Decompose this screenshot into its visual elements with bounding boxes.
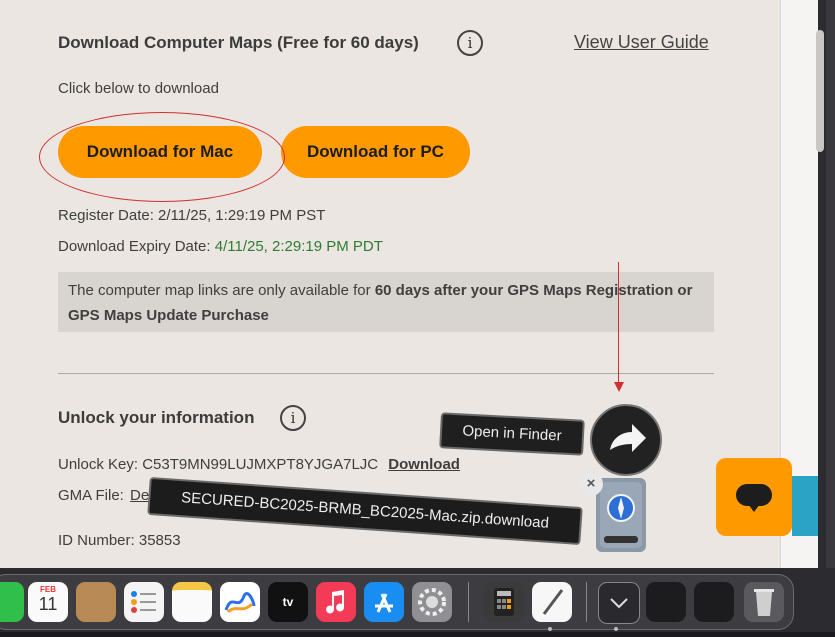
red-circle-annotation <box>39 112 285 202</box>
reminders-icon[interactable] <box>124 582 164 622</box>
web-page: Download Computer Maps (Free for 60 days… <box>0 0 818 568</box>
info-icon[interactable]: i <box>280 405 306 431</box>
info-icon[interactable]: i <box>457 30 483 56</box>
scrollbar-thumb[interactable] <box>816 30 824 152</box>
gma-label: GMA File: <box>58 487 124 504</box>
minimized-window-1[interactable] <box>646 582 686 622</box>
app-store-icon[interactable] <box>364 582 404 622</box>
red-arrowhead <box>614 382 624 392</box>
download-section-title: Download Computer Maps (Free for 60 days… <box>58 33 419 52</box>
pen-glyph <box>542 589 564 615</box>
music-icon[interactable] <box>316 582 356 622</box>
safari-download-icon <box>600 482 642 548</box>
chat-icon-tail <box>748 504 760 512</box>
unlock-key-row: Unlock Key: C53T9MN99LUJMXPT8YJGA7LJC Do… <box>58 456 460 473</box>
chevron-down-icon <box>610 598 628 609</box>
app-store-glyph <box>375 593 393 613</box>
unlock-key-download-link[interactable]: Download <box>388 456 460 473</box>
reminders-glyph <box>131 591 156 613</box>
trash-glyph <box>754 589 774 616</box>
freeform-icon[interactable] <box>220 582 260 622</box>
textedit-icon[interactable] <box>532 582 572 622</box>
expiry-date-row: Download Expiry Date: 4/11/25, 2:29:19 P… <box>58 238 383 255</box>
view-user-guide-link[interactable]: View User Guide <box>574 32 709 53</box>
notice-text: The computer map links are only availabl… <box>68 282 371 299</box>
open-in-finder-button[interactable] <box>590 404 662 476</box>
window-edge <box>826 0 835 568</box>
red-arrow-line <box>618 262 619 384</box>
section-divider <box>58 373 714 374</box>
minimized-window-2[interactable] <box>694 582 734 622</box>
system-settings-icon[interactable] <box>412 582 452 622</box>
running-indicator <box>548 627 552 631</box>
chat-icon <box>736 484 772 506</box>
download-instruction: Click below to download <box>58 80 219 97</box>
screen-bottom-edge <box>0 632 835 637</box>
unlock-section-title: Unlock your information <box>58 408 255 427</box>
expiry-label: Download Expiry Date: <box>58 238 211 255</box>
dock-separator <box>468 582 469 622</box>
calculator-glyph <box>494 588 514 616</box>
calculator-icon[interactable] <box>484 582 524 622</box>
notes-icon[interactable] <box>172 582 212 622</box>
apple-tv-icon[interactable]: tv <box>268 582 308 622</box>
share-arrow-icon <box>610 424 646 452</box>
gma-file-row: GMA File: De <box>58 487 149 504</box>
close-download-button[interactable]: × <box>579 472 603 496</box>
trash-icon[interactable] <box>744 582 784 622</box>
downloads-stack-icon[interactable] <box>598 582 640 624</box>
open-in-finder-tooltip[interactable]: Open in Finder <box>439 412 585 456</box>
calendar-day: 11 <box>38 594 58 614</box>
id-number: ID Number: 35853 <box>58 532 181 549</box>
dock-separator <box>586 582 587 622</box>
facetime-icon[interactable] <box>0 582 24 622</box>
contacts-icon[interactable] <box>76 582 116 622</box>
zip-file-thumbnail[interactable] <box>596 478 646 552</box>
apple-tv-label: tv <box>282 595 294 609</box>
download-pc-button[interactable]: Download for PC <box>281 126 470 178</box>
gear-icon <box>418 588 446 616</box>
calendar-month: FEB <box>40 585 56 594</box>
freeform-glyph <box>224 592 256 614</box>
notice-box: The computer map links are only availabl… <box>58 272 714 332</box>
calendar-icon[interactable]: FEB 11 <box>28 582 68 622</box>
running-indicator <box>614 627 618 631</box>
expiry-value: 4/11/25, 2:29:19 PM PDT <box>214 238 383 255</box>
gma-download-link[interactable]: De <box>130 487 149 504</box>
register-date: Register Date: 2/11/25, 1:29:19 PM PST <box>58 207 326 224</box>
unlock-key: Unlock Key: C53T9MN99LUJMXPT8YJGA7LJC <box>58 456 379 473</box>
music-note-glyph <box>326 590 344 614</box>
side-image-strip <box>792 476 818 536</box>
